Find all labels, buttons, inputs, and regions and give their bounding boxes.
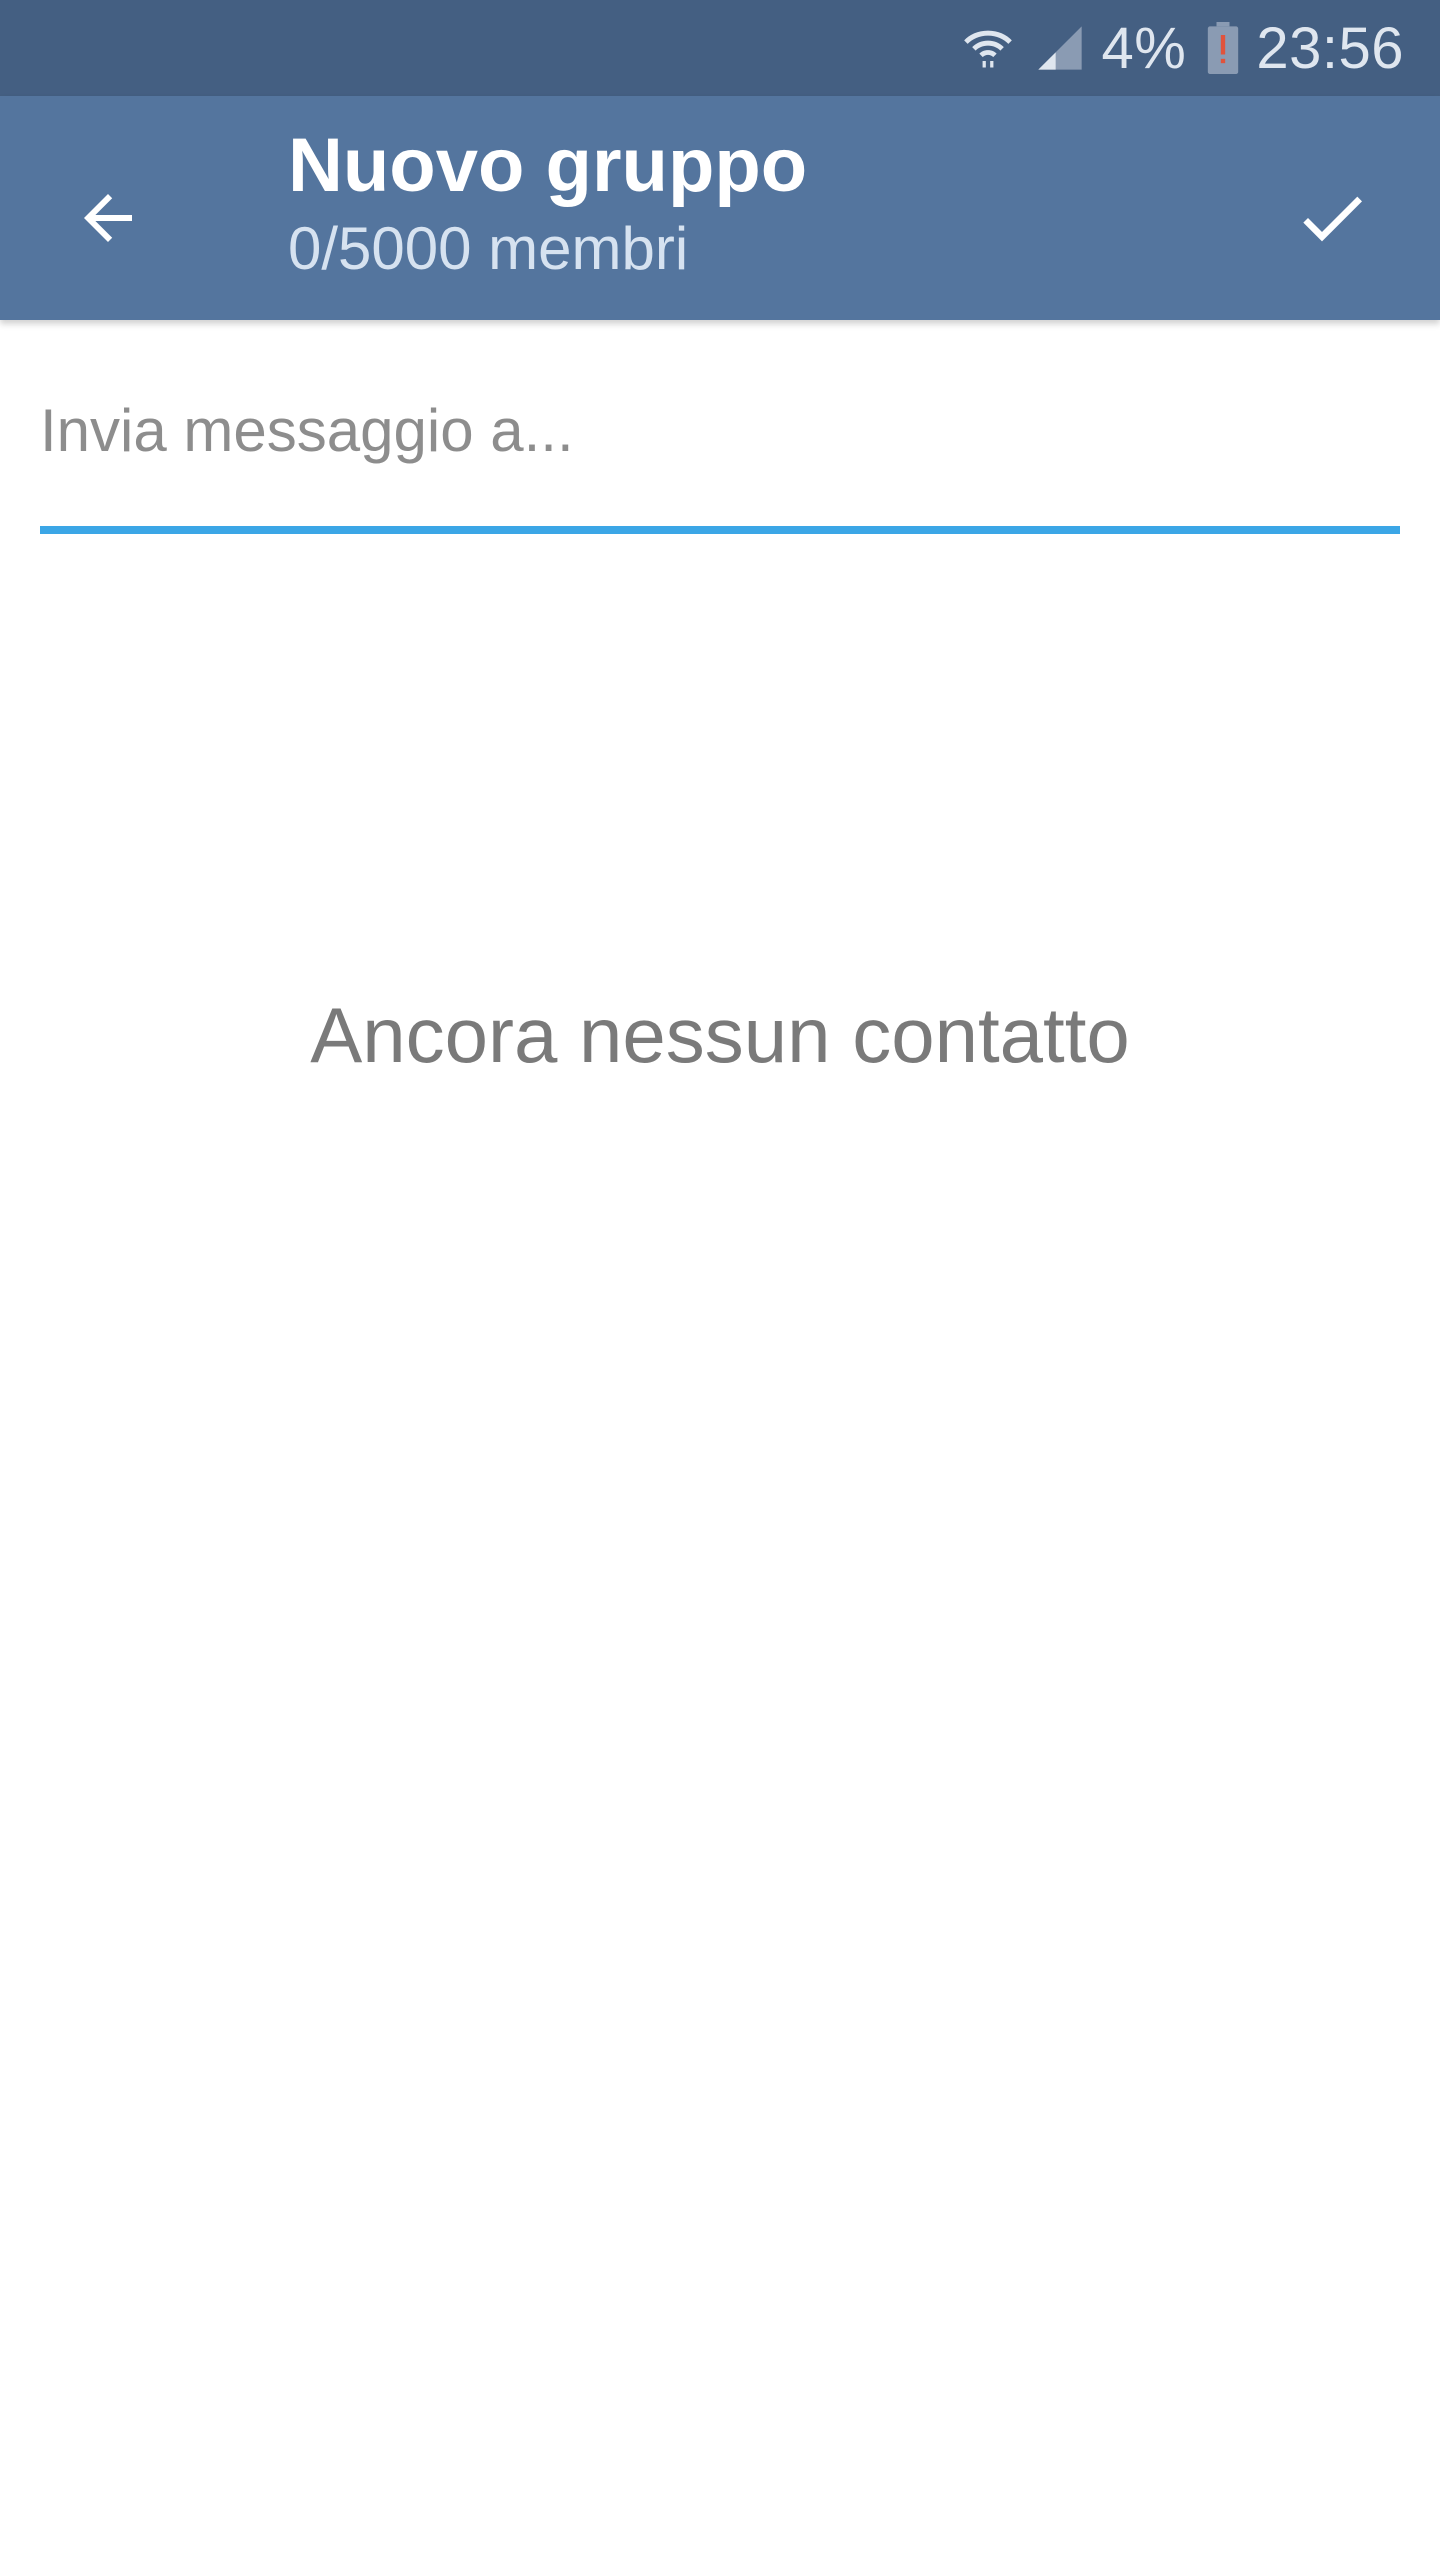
signal-icon bbox=[1034, 22, 1086, 74]
empty-state-text: Ancora nessun contatto bbox=[310, 991, 1130, 1079]
wifi-icon bbox=[962, 22, 1014, 74]
input-underline bbox=[40, 526, 1400, 534]
status-time: 23:56 bbox=[1256, 15, 1404, 81]
page-title: Nuovo gruppo bbox=[288, 123, 808, 208]
app-bar: Nuovo gruppo 0/5000 membri bbox=[0, 96, 1440, 320]
check-icon bbox=[1292, 178, 1372, 263]
done-button[interactable] bbox=[1272, 160, 1392, 280]
back-button[interactable] bbox=[48, 160, 168, 280]
battery-low-icon bbox=[1206, 22, 1240, 74]
arrow-back-icon bbox=[72, 182, 144, 259]
recipient-search-input[interactable] bbox=[40, 380, 1400, 480]
member-count: 0/5000 membri bbox=[288, 215, 689, 282]
status-bar: 4% 23:56 bbox=[0, 0, 1440, 96]
title-block: Nuovo gruppo 0/5000 membri bbox=[288, 118, 807, 284]
battery-percent: 4% bbox=[1101, 15, 1187, 81]
